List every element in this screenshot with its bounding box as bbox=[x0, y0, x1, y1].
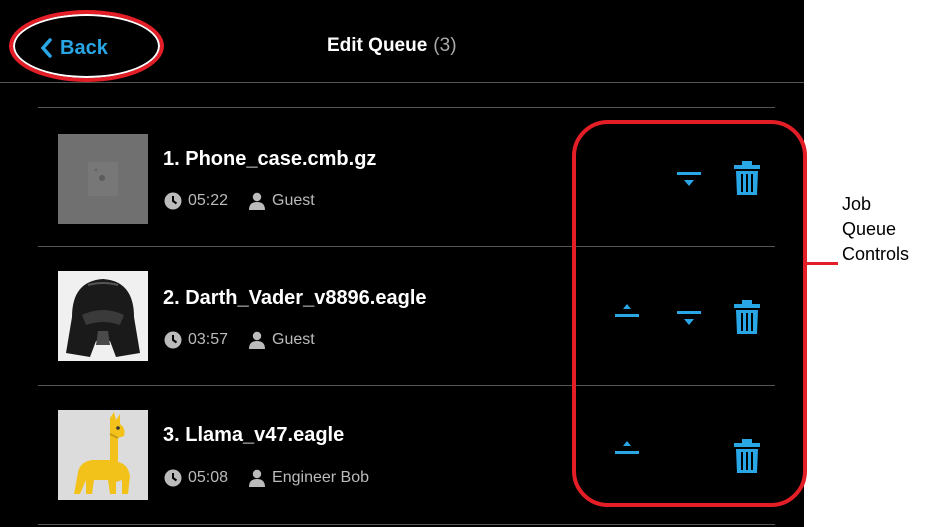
job-name: 2. Darth_Vader_v8896.eagle bbox=[163, 287, 427, 309]
job-user: Guest bbox=[272, 331, 315, 348]
job-thumbnail bbox=[58, 134, 148, 224]
queue-count: (3) bbox=[433, 35, 457, 56]
job-time: 05:08 bbox=[188, 469, 229, 486]
clock-icon bbox=[164, 469, 182, 487]
header-divider bbox=[0, 82, 804, 83]
callout-line bbox=[806, 262, 838, 265]
back-button-highlight bbox=[9, 10, 164, 82]
job-thumbnail bbox=[58, 410, 148, 500]
callout-line-3: Controls bbox=[842, 244, 910, 264]
user-icon bbox=[248, 192, 266, 210]
job-thumbnail bbox=[58, 271, 148, 361]
callout-label: Job Queue Controls bbox=[842, 192, 909, 267]
callout-line-1: Job bbox=[842, 194, 872, 214]
row-divider bbox=[38, 524, 775, 525]
job-name: 1. Phone_case.cmb.gz bbox=[163, 148, 377, 170]
job-meta: 05:22 Guest bbox=[164, 192, 315, 210]
job-meta: 03:57 Guest bbox=[164, 331, 315, 349]
user-icon bbox=[248, 331, 266, 349]
job-user: Guest bbox=[272, 192, 315, 209]
page-title-text: Edit Queue bbox=[327, 35, 428, 56]
clock-icon bbox=[164, 192, 182, 210]
page-title: Edit Queue (3) bbox=[327, 35, 457, 57]
job-user: Engineer Bob bbox=[272, 469, 370, 486]
user-icon bbox=[248, 469, 266, 487]
callout-line-2: Queue bbox=[842, 219, 897, 239]
job-meta: 05:08 Engineer Bob bbox=[164, 469, 369, 487]
job-time: 05:22 bbox=[188, 192, 229, 209]
clock-icon bbox=[164, 331, 182, 349]
job-time: 03:57 bbox=[188, 331, 229, 348]
queue-controls-highlight bbox=[572, 120, 807, 507]
job-name: 3. Llama_v47.eagle bbox=[163, 424, 345, 446]
